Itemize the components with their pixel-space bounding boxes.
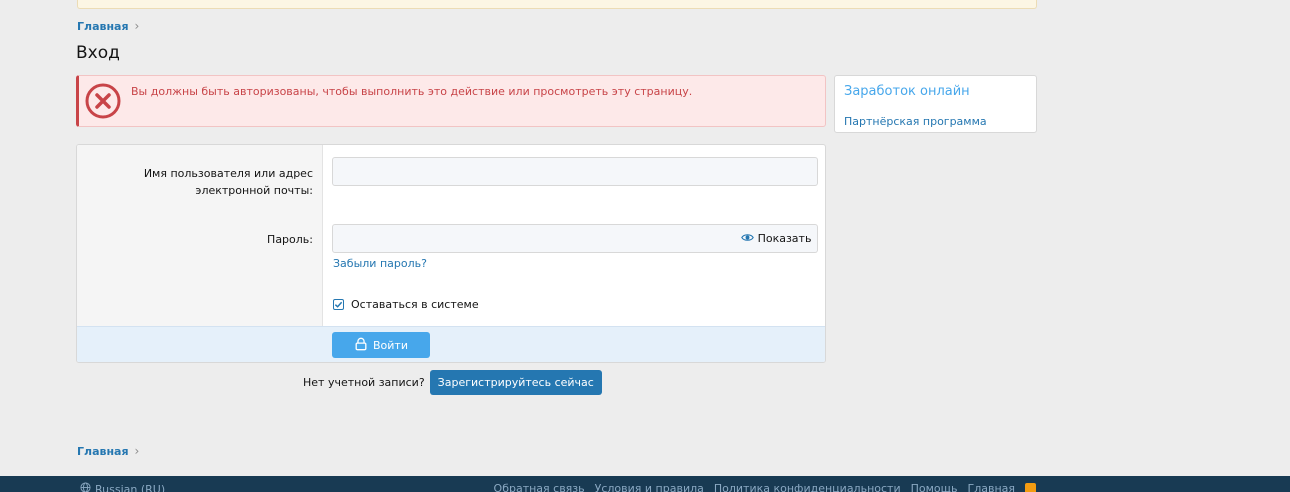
sidebar-block: Заработок онлайн Партнёрская программа xyxy=(834,75,1037,133)
footer-link-terms[interactable]: Условия и правила xyxy=(595,482,704,492)
eye-icon xyxy=(740,231,754,247)
register-row: Нет учетной записи? Зарегистрируйтесь се… xyxy=(303,370,602,395)
error-circle-x-icon xyxy=(84,82,122,120)
footer-links: Обратная связь Условия и правила Политик… xyxy=(494,482,1036,492)
show-password-button[interactable]: Показать xyxy=(735,224,818,253)
breadcrumb-separator-bottom: › xyxy=(134,444,140,458)
password-label: Пароль: xyxy=(267,233,313,246)
username-label: Имя пользователя или адрес электронной п… xyxy=(143,167,313,197)
sidebar-title: Заработок онлайн xyxy=(844,84,970,99)
password-input[interactable] xyxy=(332,224,736,253)
footer-link-privacy[interactable]: Политика конфиденциальности xyxy=(714,482,901,492)
globe-icon xyxy=(80,482,91,492)
partner-program-link[interactable]: Партнёрская программа xyxy=(844,115,987,128)
login-button-label: Войти xyxy=(373,338,408,352)
breadcrumb-home-link[interactable]: Главная xyxy=(77,20,129,33)
register-button[interactable]: Зарегистрируйтесь сейчас xyxy=(429,370,602,395)
remember-me-option[interactable]: Оставаться в системе xyxy=(333,298,479,311)
form-label-column: Имя пользователя или адрес электронной п… xyxy=(77,145,323,327)
login-form: Имя пользователя или адрес электронной п… xyxy=(76,144,826,363)
remember-me-checkbox[interactable] xyxy=(333,299,344,310)
forgot-password-link[interactable]: Забыли пароль? xyxy=(333,257,427,270)
breadcrumb-home-link-bottom[interactable]: Главная xyxy=(77,445,129,458)
language-selector[interactable]: Russian (RU) xyxy=(80,482,165,492)
breadcrumb-bottom: Главная › xyxy=(77,444,139,458)
footer-link-help[interactable]: Помощь xyxy=(911,482,958,492)
footer-bar: Russian (RU) Обратная связь Условия и пр… xyxy=(0,476,1290,492)
error-message-block: Вы должны быть авторизованы, чтобы выпол… xyxy=(76,75,826,127)
breadcrumb-separator: › xyxy=(134,19,140,33)
login-button[interactable]: Войти xyxy=(332,332,430,358)
username-input[interactable] xyxy=(332,157,818,186)
register-prompt: Нет учетной записи? xyxy=(303,376,425,389)
form-footer: Войти xyxy=(77,326,825,362)
language-label: Russian (RU) xyxy=(95,482,166,492)
remember-me-label: Оставаться в системе xyxy=(351,298,479,311)
page-title: Вход xyxy=(76,43,120,63)
lock-icon xyxy=(354,337,368,354)
breadcrumb: Главная › xyxy=(77,19,139,33)
footer-link-feedback[interactable]: Обратная связь xyxy=(494,482,585,492)
rss-icon[interactable] xyxy=(1025,483,1036,492)
footer-link-home[interactable]: Главная xyxy=(967,482,1015,492)
checkmark-icon xyxy=(334,301,343,308)
show-password-label: Показать xyxy=(757,232,812,245)
error-text: Вы должны быть авторизованы, чтобы выпол… xyxy=(131,85,693,98)
top-notice xyxy=(77,0,1037,9)
